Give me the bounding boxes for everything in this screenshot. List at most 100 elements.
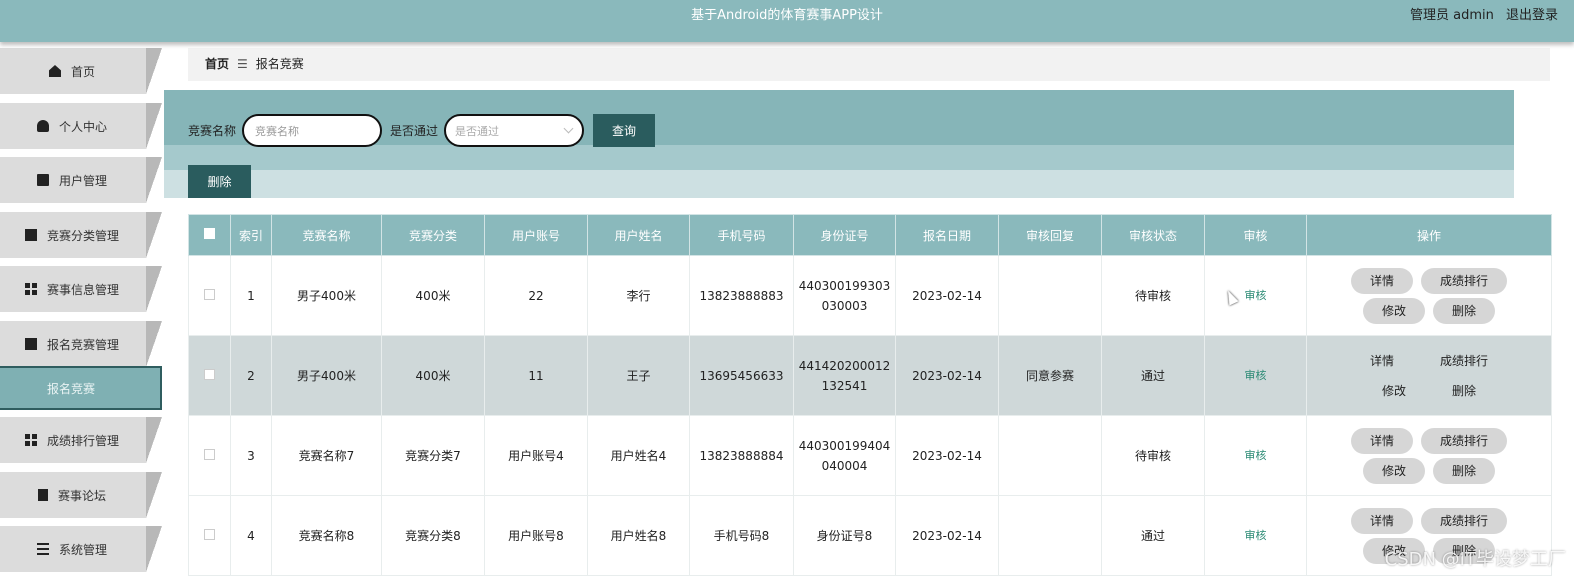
sidebar-item-system-management[interactable]: 系统管理	[0, 526, 162, 572]
row-checkbox[interactable]	[204, 288, 215, 300]
sidebar-item-category-management[interactable]: 竞赛分类管理	[0, 212, 162, 258]
detail-button[interactable]: 详情	[1351, 427, 1413, 454]
cell-id-number: 440300199303 030003	[793, 255, 896, 336]
cell-audit: 审核	[1204, 335, 1307, 416]
delete-button[interactable]: 删除	[1433, 297, 1495, 324]
sidebar-item-label: 成绩排行管理	[46, 433, 119, 448]
ranking-button[interactable]: 成绩排行	[1421, 427, 1507, 454]
cell-reply	[998, 255, 1102, 336]
cell-actions: 详情 成绩排行修改 删除	[1306, 255, 1552, 336]
row-select-cell	[188, 255, 231, 336]
person-icon	[36, 120, 49, 132]
cell-audit: 审核	[1204, 495, 1307, 576]
cell-username: 用户姓名4	[587, 415, 690, 496]
sidebar-item-user-management[interactable]: 用户管理	[0, 157, 162, 203]
column-header: 用户账号	[484, 214, 588, 256]
sidebar-item-ranking-management[interactable]: 成绩排行管理	[0, 417, 162, 463]
name-label: 竞赛名称	[188, 124, 237, 138]
cell-category: 竞赛分类7	[381, 415, 485, 496]
cell-audit: 审核	[1204, 255, 1307, 336]
sidebar-item-label: 个人中心	[58, 119, 107, 134]
table-row: 2 男子400米 400米 11 王子 13695456633 441420200012 13…	[188, 335, 1552, 416]
row-checkbox[interactable]	[204, 368, 215, 380]
breadcrumb: 首页 ☰ 报名竞赛	[188, 48, 1550, 81]
sidebar-item-registration-management[interactable]: 报名竞赛管理	[0, 321, 162, 367]
cell-category: 400米	[381, 255, 485, 336]
id-line-2: 040004	[821, 458, 868, 473]
sidebar-item-label: 系统管理	[58, 542, 107, 557]
user-label: 管理员 admin	[1409, 8, 1494, 23]
id-line-1: 441420200012	[798, 358, 891, 373]
ranking-button[interactable]: 成绩排行	[1421, 348, 1507, 374]
detail-button[interactable]: 详情	[1351, 348, 1413, 374]
user-area: 管理员 admin 退出登录	[1402, 0, 1558, 32]
table-row: 3 竞赛名称7 竞赛分类7 用户账号4 用户姓名4 13823888884 44030019…	[188, 415, 1552, 496]
logout-link[interactable]: 退出登录	[1506, 8, 1558, 23]
cell-id-number: 身份证号8	[793, 495, 896, 576]
delete-button[interactable]: 删除	[1433, 457, 1495, 484]
id-line-2: 132541	[821, 378, 868, 393]
menu-lines-icon	[36, 543, 49, 555]
cell-phone: 手机号码8	[689, 495, 794, 576]
watermark: CSDN @IT毕设梦工厂	[1384, 549, 1566, 570]
id-line-1: 440300199404	[798, 438, 891, 453]
table-row: 1 男子400米 400米 22 李行 13823888883 440300199303 03…	[188, 255, 1552, 336]
sidebar-item-label: 赛事信息管理	[46, 282, 119, 297]
edit-button[interactable]: 修改	[1363, 297, 1425, 324]
table-row: 4 竞赛名称8 竞赛分类8 用户账号8 用户姓名8 手机号码8 身份证号8 2023-02-1…	[188, 495, 1552, 576]
query-button[interactable]: 查询	[593, 114, 656, 147]
search-form: 竞赛名称 竞赛名称 是否通过 是否通过 查询	[188, 114, 656, 147]
ranking-button[interactable]: 成绩排行	[1421, 507, 1507, 534]
cell-username: 李行	[587, 255, 690, 336]
audit-link[interactable]: 审核	[1245, 449, 1267, 462]
cell-status: 待审核	[1101, 255, 1205, 336]
sidebar-item-event-info-management[interactable]: 赛事信息管理	[0, 266, 162, 312]
competition-name-input[interactable]: 竞赛名称	[242, 114, 383, 147]
audit-link[interactable]: 审核	[1245, 529, 1267, 542]
pass-status-select[interactable]: 是否通过	[444, 114, 585, 147]
cell-account: 11	[484, 335, 588, 416]
audit-link[interactable]: 审核	[1245, 289, 1267, 302]
detail-button[interactable]: 详情	[1351, 507, 1413, 534]
row-checkbox[interactable]	[204, 528, 215, 540]
clipboard-check-icon	[24, 338, 37, 350]
sidebar-subitem-registration[interactable]: 报名竞赛	[0, 366, 162, 410]
select-placeholder: 是否通过	[455, 124, 500, 138]
audit-link[interactable]: 审核	[1245, 369, 1267, 382]
cell-reply: 同意参赛	[998, 335, 1102, 416]
cell-status: 待审核	[1101, 415, 1205, 496]
detail-button[interactable]: 详情	[1351, 267, 1413, 294]
cell-date: 2023-02-14	[895, 255, 999, 336]
breadcrumb-home[interactable]: 首页	[205, 57, 229, 71]
pass-label: 是否通过	[390, 124, 439, 138]
cell-phone: 13695456633	[689, 335, 794, 416]
registration-table: 索引 竞赛名称 竞赛分类 用户账号 用户姓名 手机号码 身份证号 报名日期 审核…	[188, 214, 1552, 576]
sidebar: 首页 个人中心 用户管理 竞赛分类管理 赛事信息管理 报名竞赛管理 成绩排行管理…	[0, 46, 164, 579]
sidebar-item-home[interactable]: 首页	[0, 48, 162, 94]
ranking-button[interactable]: 成绩排行	[1421, 267, 1507, 294]
select-all-checkbox[interactable]	[204, 228, 215, 239]
breadcrumb-separator-icon: ☰	[237, 57, 248, 71]
cell-date: 2023-02-14	[895, 335, 999, 416]
delete-button[interactable]: 删除	[1433, 378, 1495, 404]
sidebar-item-forum[interactable]: 赛事论坛	[0, 472, 162, 518]
row-checkbox[interactable]	[204, 448, 215, 460]
cell-actions: 详情 成绩排行修改 删除	[1306, 415, 1552, 496]
cell-competition-name: 竞赛名称7	[271, 415, 382, 496]
row-select-cell	[188, 415, 231, 496]
cell-account: 用户账号8	[484, 495, 588, 576]
sidebar-item-personal-center[interactable]: 个人中心	[0, 103, 162, 149]
cell-reply	[998, 415, 1102, 496]
sidebar-item-label: 用户管理	[58, 173, 107, 188]
column-header: 用户姓名	[587, 214, 690, 256]
cell-account: 用户账号4	[484, 415, 588, 496]
cell-id-number: 440300199404 040004	[793, 415, 896, 496]
cell-date: 2023-02-14	[895, 495, 999, 576]
column-header: 竞赛名称	[271, 214, 382, 256]
edit-button[interactable]: 修改	[1363, 457, 1425, 484]
batch-delete-button[interactable]: 删除	[188, 165, 251, 198]
edit-button[interactable]: 修改	[1363, 378, 1425, 404]
breadcrumb-current: 报名竞赛	[255, 57, 304, 71]
cell-phone: 13823888884	[689, 415, 794, 496]
table-header-row: 索引 竞赛名称 竞赛分类 用户账号 用户姓名 手机号码 身份证号 报名日期 审核…	[188, 214, 1552, 256]
